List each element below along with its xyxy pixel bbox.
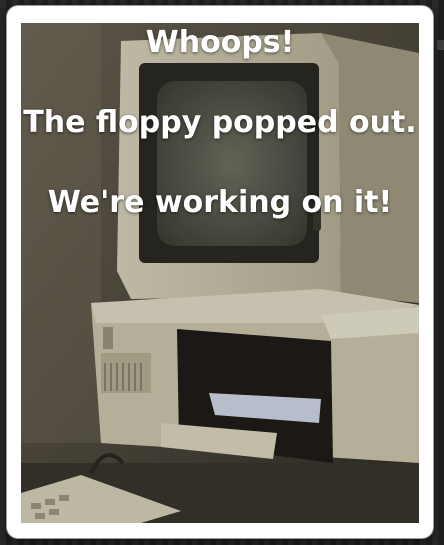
message-line: The floppy popped out.: [23, 105, 417, 140]
message-spacer: [21, 143, 419, 183]
message-spacer: [21, 63, 419, 103]
backdrop-edge: [437, 40, 444, 50]
error-message: Whoops! The floppy popped out. We're wor…: [21, 23, 419, 223]
message-line: We're working on it!: [47, 185, 393, 220]
error-dialog: Whoops! The floppy popped out. We're wor…: [7, 6, 433, 538]
message-title: Whoops!: [145, 25, 295, 60]
error-illustration: Whoops! The floppy popped out. We're wor…: [21, 23, 419, 523]
